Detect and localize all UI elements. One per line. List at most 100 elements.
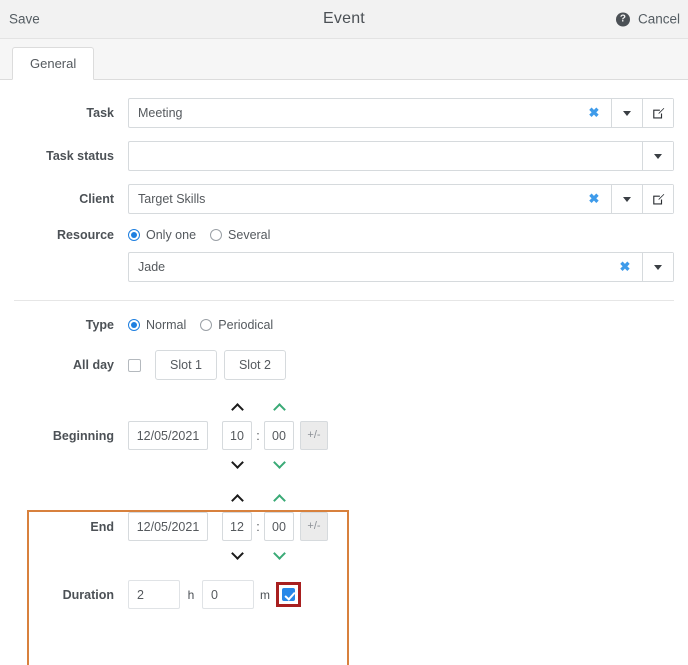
edit-square-icon bbox=[652, 193, 665, 206]
field-row-type: Type Normal Periodical bbox=[0, 318, 688, 332]
page-title: Event bbox=[0, 10, 688, 28]
beginning-up-arrows bbox=[0, 396, 688, 418]
end-minute-down-button[interactable] bbox=[264, 549, 294, 562]
task-input[interactable] bbox=[129, 99, 577, 127]
slot-2-button[interactable]: Slot 2 bbox=[224, 350, 286, 380]
end-up-arrows bbox=[0, 487, 688, 509]
radio-only-one-indicator bbox=[128, 229, 140, 241]
resource-radio-group: Only one Several bbox=[128, 228, 270, 242]
beginning-down-arrows bbox=[0, 453, 688, 475]
resource-combo: ✖ bbox=[128, 252, 674, 282]
window-titlebar: Save Event ? Cancel bbox=[0, 0, 688, 39]
task-status-combo bbox=[128, 141, 674, 171]
all-day-checkbox[interactable] bbox=[128, 359, 141, 372]
chevron-down-icon bbox=[273, 547, 286, 560]
client-label: Client bbox=[14, 192, 128, 206]
resource-dropdown-button[interactable] bbox=[642, 253, 673, 281]
beginning-hour-up-button[interactable] bbox=[222, 401, 252, 414]
task-status-input[interactable] bbox=[129, 142, 642, 170]
edit-square-icon bbox=[652, 107, 665, 120]
tab-general[interactable]: General bbox=[12, 47, 94, 80]
task-label: Task bbox=[14, 106, 128, 120]
chevron-down-icon bbox=[273, 456, 286, 469]
type-radio-group: Normal Periodical bbox=[128, 318, 273, 332]
duration-hours-input[interactable] bbox=[128, 580, 180, 609]
radio-normal[interactable]: Normal bbox=[128, 318, 186, 332]
beginning-plusminus-button[interactable]: +/- bbox=[300, 421, 328, 450]
radio-only-one[interactable]: Only one bbox=[128, 228, 196, 242]
end-down-arrows bbox=[0, 544, 688, 566]
end-minute-input[interactable] bbox=[264, 512, 294, 541]
chevron-up-icon bbox=[273, 494, 286, 507]
slot-1-button[interactable]: Slot 1 bbox=[155, 350, 217, 380]
client-input[interactable] bbox=[129, 185, 577, 213]
type-label: Type bbox=[14, 318, 128, 332]
clear-icon[interactable]: ✖ bbox=[608, 253, 642, 281]
end-time-separator: : bbox=[252, 520, 264, 534]
beginning-time-separator: : bbox=[252, 429, 264, 443]
radio-normal-label: Normal bbox=[146, 318, 186, 332]
duration-lock-checkbox[interactable] bbox=[282, 588, 295, 601]
section-divider bbox=[14, 300, 674, 301]
client-edit-button[interactable] bbox=[642, 185, 673, 213]
end-plusminus-button[interactable]: +/- bbox=[300, 512, 328, 541]
beginning-hour-down-button[interactable] bbox=[222, 458, 252, 471]
chevron-down-icon bbox=[623, 111, 631, 116]
titlebar-actions: ? Cancel bbox=[616, 12, 680, 27]
radio-several-label: Several bbox=[228, 228, 270, 242]
duration-label: Duration bbox=[14, 588, 128, 602]
radio-periodical-label: Periodical bbox=[218, 318, 273, 332]
cancel-button[interactable]: Cancel bbox=[638, 12, 680, 27]
tab-bar: General bbox=[0, 39, 688, 80]
duration-minutes-unit: m bbox=[254, 588, 276, 602]
beginning-hour-input[interactable] bbox=[222, 421, 252, 450]
clear-icon[interactable]: ✖ bbox=[577, 99, 611, 127]
beginning-minute-input[interactable] bbox=[264, 421, 294, 450]
radio-normal-indicator bbox=[128, 319, 140, 331]
beginning-minute-down-button[interactable] bbox=[264, 458, 294, 471]
end-date-input[interactable] bbox=[128, 512, 208, 541]
field-row-task: Task ✖ bbox=[0, 98, 688, 128]
field-row-all-day: All day Slot 1 Slot 2 bbox=[0, 350, 688, 380]
end-hour-down-button[interactable] bbox=[222, 549, 252, 562]
end-hour-up-button[interactable] bbox=[222, 492, 252, 505]
task-status-label: Task status bbox=[14, 149, 128, 163]
chevron-down-icon bbox=[231, 456, 244, 469]
field-row-client: Client ✖ bbox=[0, 184, 688, 214]
radio-several-indicator bbox=[210, 229, 222, 241]
task-edit-button[interactable] bbox=[642, 99, 673, 127]
resource-label: Resource bbox=[14, 228, 128, 242]
chevron-down-icon bbox=[654, 154, 662, 159]
beginning-minute-up-button[interactable] bbox=[264, 401, 294, 414]
end-minute-up-button[interactable] bbox=[264, 492, 294, 505]
duration-minutes-input[interactable] bbox=[202, 580, 254, 609]
radio-only-one-label: Only one bbox=[146, 228, 196, 242]
end-hour-input[interactable] bbox=[222, 512, 252, 541]
resource-input[interactable] bbox=[129, 253, 608, 281]
task-combo: ✖ bbox=[128, 98, 674, 128]
chevron-up-icon bbox=[231, 403, 244, 416]
radio-periodical-indicator bbox=[200, 319, 212, 331]
duration-hours-unit: h bbox=[180, 588, 202, 602]
client-dropdown-button[interactable] bbox=[611, 185, 642, 213]
radio-periodical[interactable]: Periodical bbox=[200, 318, 273, 332]
client-combo: ✖ bbox=[128, 184, 674, 214]
chevron-down-icon bbox=[654, 265, 662, 270]
field-row-resource-value: ✖ bbox=[0, 252, 688, 282]
task-status-dropdown-button[interactable] bbox=[642, 142, 673, 170]
save-button[interactable]: Save bbox=[9, 12, 40, 27]
field-row-beginning: Beginning : +/- bbox=[0, 421, 688, 450]
field-row-duration: Duration h m bbox=[0, 580, 688, 609]
field-row-resource: Resource Only one Several bbox=[0, 228, 688, 242]
help-icon[interactable]: ? bbox=[616, 12, 630, 26]
chevron-down-icon bbox=[623, 197, 631, 202]
chevron-up-icon bbox=[273, 403, 286, 416]
radio-several[interactable]: Several bbox=[210, 228, 270, 242]
all-day-label: All day bbox=[14, 358, 128, 372]
clear-icon[interactable]: ✖ bbox=[577, 185, 611, 213]
beginning-date-input[interactable] bbox=[128, 421, 208, 450]
beginning-label: Beginning bbox=[14, 429, 128, 443]
task-dropdown-button[interactable] bbox=[611, 99, 642, 127]
duration-checkbox-highlight bbox=[276, 582, 301, 607]
end-label: End bbox=[14, 520, 128, 534]
